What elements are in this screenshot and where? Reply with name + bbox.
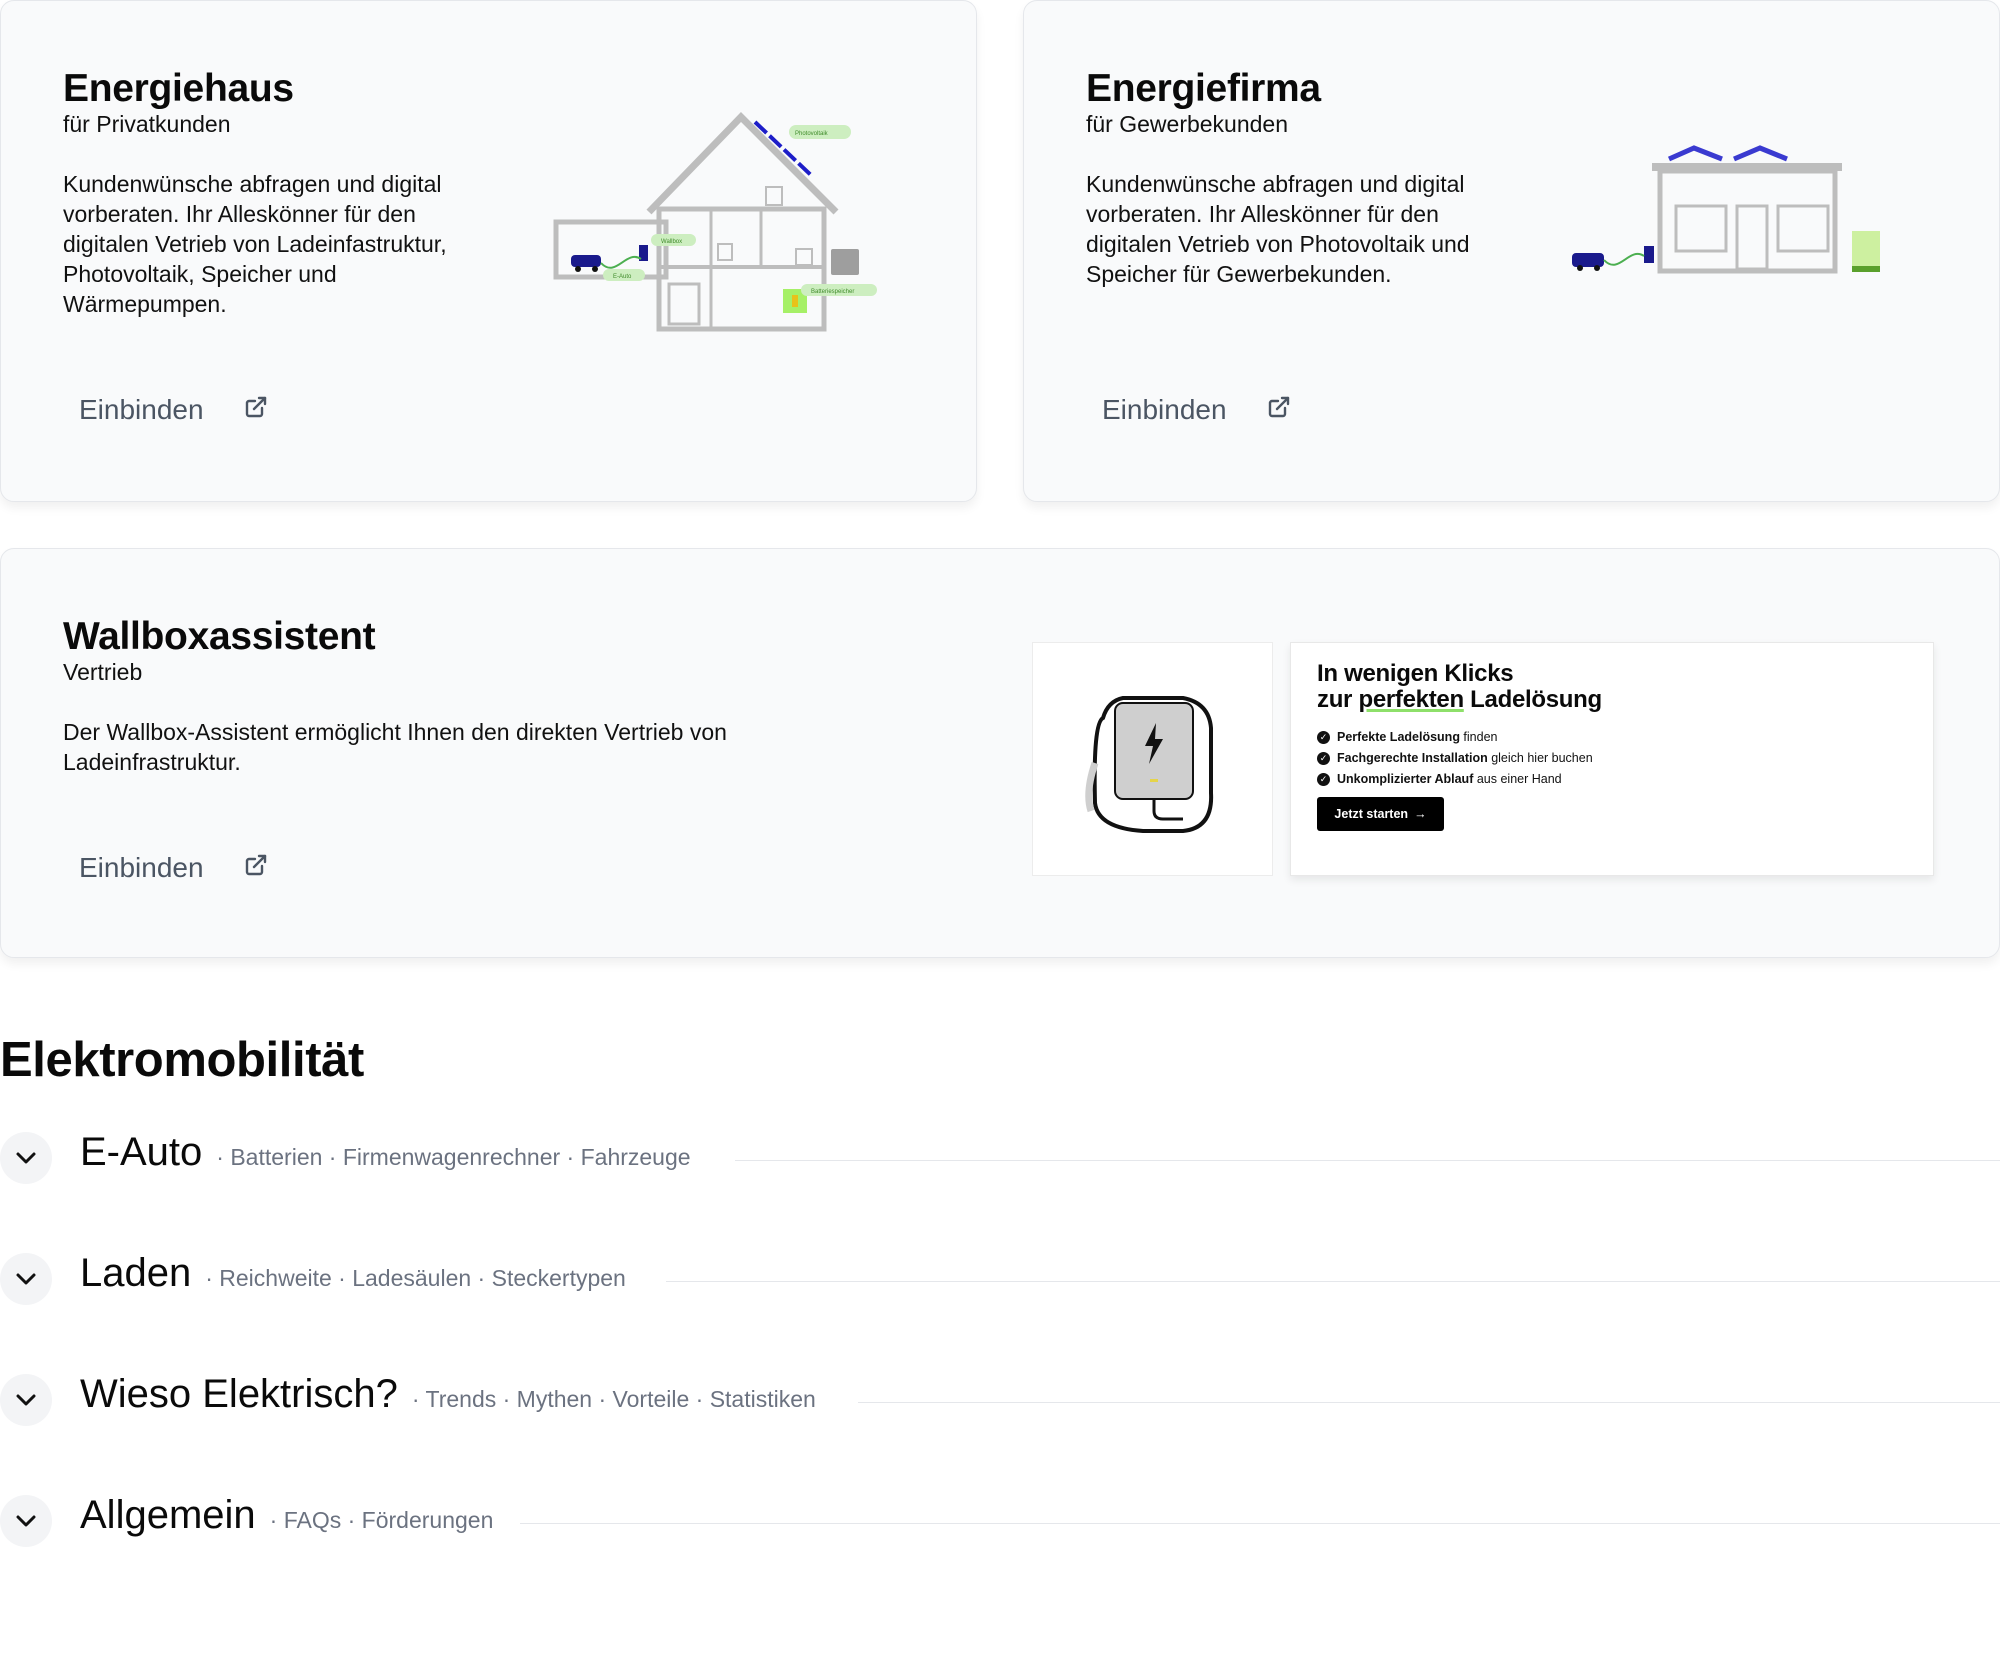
chevron-down-icon[interactable]	[0, 1374, 52, 1426]
card-subtitle: für Gewerbekunden	[1086, 111, 1289, 137]
card-description: Kundenwünsche abfragen und digital vorbe…	[1086, 171, 1470, 287]
embed-label: Einbinden	[1102, 394, 1227, 425]
accordion-tags: · Reichweite · Ladesäulen · Steckertypen	[205, 1265, 626, 1291]
batteriespeicher-tag: Batteriespeicher	[811, 289, 854, 295]
card-subtitle: Vertrieb	[63, 659, 143, 685]
chevron-down-icon[interactable]	[0, 1132, 52, 1184]
accordion-item-wieso-elektrisch[interactable]: Wieso Elektrisch? · Trends · Mythen · Vo…	[0, 1372, 2000, 1432]
list-item: ✓ Unkomplizierter Ablauf aus einer Hand	[1317, 769, 1593, 790]
card-title: Wallboxassistent	[63, 615, 376, 658]
accordion-item-laden[interactable]: Laden · Reichweite · Ladesäulen · Stecke…	[0, 1251, 2000, 1311]
list-item: ✓ Perfekte Ladelösung finden	[1317, 727, 1593, 748]
card-energiefirma: Energiefirma für Gewerbekunden Kundenwün…	[1023, 0, 2000, 502]
arrow-right-icon: →	[1414, 807, 1427, 821]
card-description: Kundenwünsche abfragen und digital vorbe…	[63, 171, 447, 317]
embed-button[interactable]: Einbinden	[1102, 394, 1291, 426]
embed-label: Einbinden	[79, 852, 204, 883]
accordion-title: Wieso Elektrisch?	[80, 1372, 398, 1416]
wallbox-charger-icon	[1085, 696, 1214, 833]
photovoltaik-tag: Photovoltaik	[795, 131, 829, 137]
check-circle-icon: ✓	[1317, 773, 1330, 786]
wallbox-promo-panel: In wenigen Klicks zur perfekten Ladelösu…	[1290, 642, 1934, 876]
company-building-illustration	[1572, 145, 1880, 274]
card-description: Der Wallbox-Assistent ermöglicht Ihnen d…	[63, 719, 727, 775]
promo-benefits-list: ✓ Perfekte Ladelösung finden ✓ Fachgerecht…	[1317, 727, 1593, 790]
wallbox-tag: Wallbox	[661, 239, 682, 245]
accordion-tags: · FAQs · Förderungen	[269, 1507, 494, 1533]
accordion-title: E-Auto	[80, 1130, 203, 1174]
divider	[520, 1523, 2000, 1524]
divider	[666, 1281, 2000, 1282]
accordion-tags: · Trends · Mythen · Vorteile · Statistik…	[411, 1386, 816, 1412]
accordion-tags: · Batterien · Firmenwagenrechner · Fahrz…	[216, 1144, 691, 1170]
external-link-icon	[1267, 394, 1291, 426]
divider	[735, 1160, 2000, 1161]
accordion-item-e-auto[interactable]: E-Auto · Batterien · Firmenwagenrechner …	[0, 1130, 2000, 1190]
promo-title: In wenigen Klicks zur perfekten Ladelösu…	[1317, 660, 1602, 713]
section-title: Elektromobilität	[0, 1033, 364, 1087]
card-energiehaus: Energiehaus für Privatkunden Kundenwünsc…	[0, 0, 977, 502]
list-item: ✓ Fachgerechte Installation gleich hier b…	[1317, 748, 1593, 769]
start-button[interactable]: Jetzt starten →	[1317, 797, 1444, 831]
check-circle-icon: ✓	[1317, 731, 1330, 744]
card-subtitle: für Privatkunden	[63, 111, 231, 137]
chevron-down-icon[interactable]	[0, 1253, 52, 1305]
external-link-icon	[244, 852, 268, 884]
house-illustration: Photovoltaik Wallbox E-Auto Batteriespei…	[553, 112, 877, 332]
embed-label: Einbinden	[79, 394, 204, 425]
accordion-title: Laden	[80, 1251, 192, 1295]
embed-button[interactable]: Einbinden	[79, 394, 268, 426]
accordion-title: Allgemein	[80, 1493, 256, 1537]
e-auto-tag: E-Auto	[613, 274, 632, 280]
external-link-icon	[244, 394, 268, 426]
wallbox-image-panel	[1032, 642, 1273, 876]
check-circle-icon: ✓	[1317, 752, 1330, 765]
chevron-down-icon[interactable]	[0, 1495, 52, 1547]
accordion-item-allgemein[interactable]: Allgemein · FAQs · Förderungen	[0, 1493, 2000, 1553]
card-title: Energiehaus	[63, 67, 294, 110]
card-title: Energiefirma	[1086, 67, 1321, 110]
divider	[858, 1402, 2000, 1403]
embed-button[interactable]: Einbinden	[79, 852, 268, 884]
